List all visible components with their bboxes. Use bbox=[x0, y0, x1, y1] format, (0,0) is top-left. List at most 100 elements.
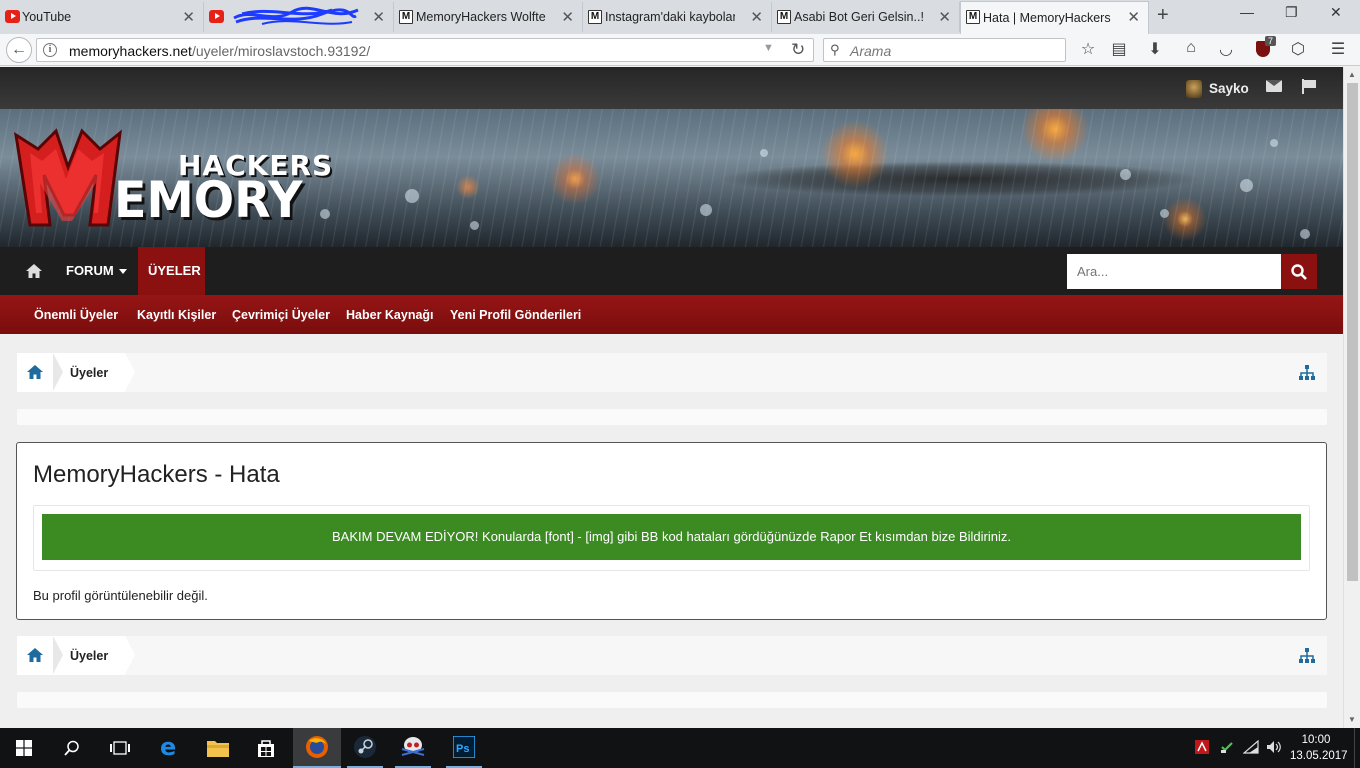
web-page: Sayko HACKERS EMORY FORUM ÜYELER Ara... … bbox=[0, 67, 1343, 728]
subnav-item-new-profile-posts[interactable]: Yeni Profil Gönderileri bbox=[450, 295, 581, 334]
breadcrumb: Üyeler bbox=[17, 353, 1327, 392]
scrollbar-thumb[interactable] bbox=[1347, 83, 1358, 581]
taskbar-clock[interactable]: 10:00 13.05.2017 bbox=[1290, 732, 1348, 764]
reading-list-icon[interactable]: ▤ bbox=[1108, 39, 1130, 59]
pocket-icon[interactable]: ◡ bbox=[1215, 39, 1237, 59]
download-icon[interactable]: ⬇ bbox=[1144, 39, 1166, 59]
window-close-icon[interactable]: ✕ bbox=[1330, 4, 1342, 21]
scroll-down-icon[interactable]: ▼ bbox=[1348, 715, 1356, 724]
update-tray-icon[interactable] bbox=[1220, 740, 1234, 754]
skull-app-icon bbox=[401, 737, 425, 756]
tab-title: Asabi Bot Geri Gelsin..!(S bbox=[794, 10, 924, 24]
breadcrumb-separator bbox=[53, 636, 63, 674]
url-text: memoryhackers.net/uyeler/miroslavstoch.9… bbox=[69, 43, 370, 59]
show-desktop-button[interactable] bbox=[1354, 728, 1360, 768]
breadcrumb-home[interactable] bbox=[17, 636, 53, 675]
close-icon[interactable]: ✕ bbox=[372, 8, 385, 26]
edge-taskbar-button[interactable]: e bbox=[146, 728, 194, 768]
task-view-icon bbox=[110, 741, 130, 755]
game-app-taskbar-button[interactable] bbox=[389, 728, 437, 768]
site-search-button[interactable] bbox=[1281, 254, 1317, 289]
task-view-button[interactable] bbox=[96, 728, 144, 768]
search-icon bbox=[1291, 264, 1307, 280]
store-icon bbox=[258, 740, 274, 757]
steam-taskbar-button[interactable] bbox=[341, 728, 389, 768]
search-icon bbox=[64, 740, 79, 756]
browser-tab-youtube[interactable]: YouTube ✕ bbox=[0, 2, 204, 32]
breadcrumb-item-members[interactable]: Üyeler bbox=[53, 353, 125, 392]
nav-members-label: ÜYELER bbox=[148, 263, 201, 278]
error-message: Bu profil görüntülenebilir değil. bbox=[33, 588, 208, 603]
sitemap-icon[interactable] bbox=[1299, 365, 1315, 381]
user-name[interactable]: Sayko bbox=[1209, 81, 1249, 96]
menu-icon[interactable]: ☰ bbox=[1327, 39, 1349, 59]
browser-tab-instagram[interactable]: M Instagram'daki kaybolan ✕ bbox=[583, 2, 772, 32]
explorer-taskbar-button[interactable] bbox=[194, 728, 242, 768]
search-taskbar-button[interactable] bbox=[48, 728, 96, 768]
adobe-tray-icon[interactable] bbox=[1195, 740, 1209, 754]
browser-tab-wolfteam[interactable]: M MemoryHackers Wolfte ✕ bbox=[394, 2, 583, 32]
avatar[interactable] bbox=[1186, 80, 1202, 98]
scroll-up-icon[interactable]: ▲ bbox=[1348, 70, 1356, 79]
start-button[interactable] bbox=[0, 728, 48, 768]
m-icon: M bbox=[777, 10, 791, 24]
wifi-icon[interactable] bbox=[1243, 740, 1259, 754]
ublock-badge: 7 bbox=[1265, 36, 1277, 46]
subnav-item-online[interactable]: Çevrimiçi Üyeler bbox=[232, 295, 330, 334]
page-scrollbar[interactable]: ▲ ▼ bbox=[1343, 67, 1360, 728]
breadcrumb-home[interactable] bbox=[17, 353, 53, 392]
flag-icon[interactable] bbox=[1302, 79, 1316, 94]
browser-search-input[interactable]: ⚲ Arama bbox=[823, 38, 1066, 62]
breadcrumb-item-members[interactable]: Üyeler bbox=[53, 636, 125, 675]
nav-members[interactable]: ÜYELER bbox=[138, 247, 205, 295]
minimize-icon[interactable]: — bbox=[1240, 4, 1254, 20]
close-icon[interactable]: ✕ bbox=[938, 8, 951, 26]
extension-hex-icon[interactable]: ⬡ bbox=[1287, 39, 1309, 59]
close-icon[interactable]: ✕ bbox=[182, 8, 195, 26]
reload-icon[interactable]: ↻ bbox=[791, 40, 805, 60]
subnav-item-registered[interactable]: Kayıtlı Kişiler bbox=[137, 295, 216, 334]
url-bar[interactable]: i memoryhackers.net/uyeler/miroslavstoch… bbox=[36, 38, 814, 62]
bookmark-star-icon[interactable]: ☆ bbox=[1077, 39, 1099, 59]
site-logo[interactable]: HACKERS EMORY bbox=[12, 127, 332, 229]
breadcrumb-separator bbox=[53, 353, 63, 391]
m-icon: M bbox=[588, 10, 602, 24]
nav-forum[interactable]: FORUM bbox=[56, 247, 137, 295]
photoshop-icon: Ps bbox=[453, 736, 475, 758]
subnav-item-important-members[interactable]: Önemli Üyeler bbox=[34, 295, 118, 334]
nav-home[interactable] bbox=[14, 247, 54, 295]
search-icon: ⚲ bbox=[830, 42, 840, 57]
browser-tab-hata-active[interactable]: M Hata | MemoryHackers ✕ bbox=[960, 1, 1149, 34]
mail-icon[interactable] bbox=[1266, 80, 1282, 92]
folder-icon bbox=[207, 741, 229, 757]
info-icon[interactable]: i bbox=[43, 43, 57, 57]
firefox-icon bbox=[306, 736, 328, 758]
subnav-item-news-feed[interactable]: Haber Kaynağı bbox=[346, 295, 434, 334]
url-path: /uyeler/miroslavstoch.93192/ bbox=[191, 43, 371, 59]
back-button[interactable]: ← bbox=[6, 37, 32, 63]
close-icon[interactable]: ✕ bbox=[750, 8, 763, 26]
edge-icon: e bbox=[160, 733, 177, 761]
sitemap-icon[interactable] bbox=[1299, 648, 1315, 664]
home-icon[interactable]: ⌂ bbox=[1180, 39, 1202, 57]
nav-forum-label: FORUM bbox=[66, 263, 114, 278]
new-tab-icon[interactable]: + bbox=[1157, 4, 1169, 27]
chevron-down-icon bbox=[118, 269, 127, 275]
photoshop-taskbar-button[interactable]: Ps bbox=[440, 728, 488, 768]
close-icon[interactable]: ✕ bbox=[1127, 8, 1140, 26]
chevron-down-icon[interactable]: ▼ bbox=[763, 42, 774, 54]
url-host: memoryhackers.net bbox=[69, 43, 192, 59]
volume-icon[interactable] bbox=[1266, 740, 1282, 754]
redaction-scribble bbox=[233, 6, 359, 25]
youtube-icon bbox=[5, 10, 20, 23]
firefox-taskbar-button[interactable] bbox=[293, 728, 341, 768]
site-search-input[interactable] bbox=[1067, 254, 1281, 289]
browser-tab-asabi-bot[interactable]: M Asabi Bot Geri Gelsin..!(S ✕ bbox=[772, 2, 960, 32]
clock-date: 13.05.2017 bbox=[1290, 750, 1348, 762]
restore-icon[interactable]: ❐ bbox=[1285, 4, 1298, 21]
store-taskbar-button[interactable] bbox=[242, 728, 290, 768]
logo-m-mark bbox=[14, 128, 122, 227]
home-icon bbox=[26, 264, 42, 278]
close-icon[interactable]: ✕ bbox=[561, 8, 574, 26]
tab-title: MemoryHackers Wolfte bbox=[416, 10, 546, 24]
